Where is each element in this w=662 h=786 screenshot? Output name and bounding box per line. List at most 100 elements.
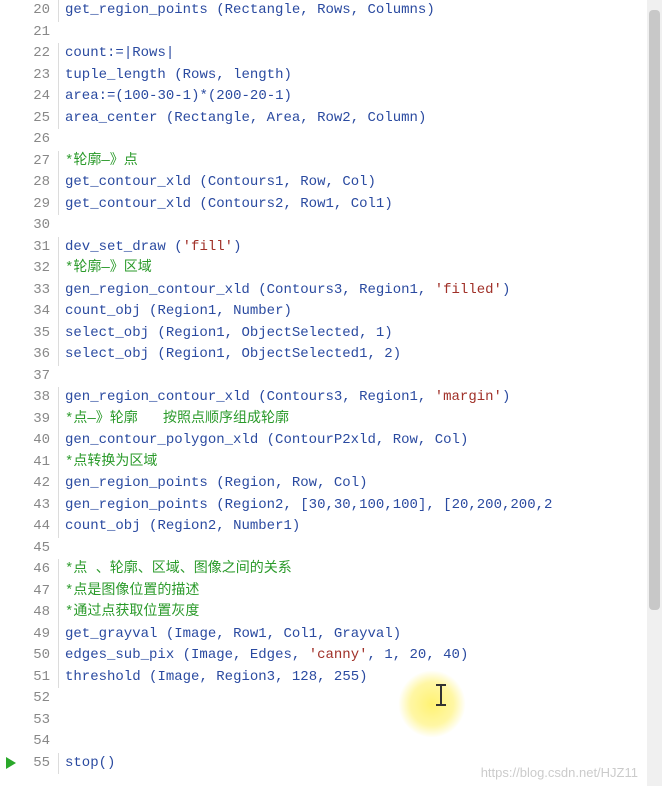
code-line[interactable]: 52	[0, 688, 662, 710]
code-content[interactable]: gen_region_contour_xld (Contours3, Regio…	[58, 280, 662, 302]
code-line[interactable]: 20get_region_points (Rectangle, Rows, Co…	[0, 0, 662, 22]
code-content[interactable]: select_obj (Region1, ObjectSelected, 1)	[58, 323, 662, 345]
line-number[interactable]: 54	[0, 731, 58, 753]
code-line[interactable]: 23tuple_length (Rows, length)	[0, 65, 662, 87]
line-number[interactable]: 51	[0, 667, 58, 689]
code-content[interactable]: *通过点获取位置灰度	[58, 602, 662, 624]
vertical-scrollbar[interactable]	[647, 0, 662, 786]
line-number[interactable]: 29	[0, 194, 58, 216]
code-line[interactable]: 22count:=|Rows|	[0, 43, 662, 65]
line-number[interactable]: 22	[0, 43, 58, 65]
line-number[interactable]: 31	[0, 237, 58, 259]
line-number[interactable]: 41	[0, 452, 58, 474]
code-line[interactable]: 30	[0, 215, 662, 237]
line-number[interactable]: 53	[0, 710, 58, 732]
code-content[interactable]: dev_set_draw ('fill')	[58, 237, 662, 259]
code-content[interactable]: area:=(100-30-1)*(200-20-1)	[58, 86, 662, 108]
code-content[interactable]: threshold (Image, Region3, 128, 255)	[58, 667, 662, 689]
code-line[interactable]: 27*轮廓—》点	[0, 151, 662, 173]
line-number[interactable]: 44	[0, 516, 58, 538]
code-line[interactable]: 35select_obj (Region1, ObjectSelected, 1…	[0, 323, 662, 345]
code-content[interactable]: count_obj (Region2, Number1)	[58, 516, 662, 538]
line-number[interactable]: 52	[0, 688, 58, 710]
line-number[interactable]: 45	[0, 538, 58, 560]
code-line[interactable]: 38gen_region_contour_xld (Contours3, Reg…	[0, 387, 662, 409]
code-editor[interactable]: 20get_region_points (Rectangle, Rows, Co…	[0, 0, 662, 786]
line-number[interactable]: 23	[0, 65, 58, 87]
code-content[interactable]: gen_region_points (Region, Row, Col)	[58, 473, 662, 495]
code-content[interactable]: *点转换为区域	[58, 452, 662, 474]
line-number[interactable]: 33	[0, 280, 58, 302]
code-content[interactable]: get_grayval (Image, Row1, Col1, Grayval)	[58, 624, 662, 646]
code-line[interactable]: 41*点转换为区域	[0, 452, 662, 474]
code-line[interactable]: 21	[0, 22, 662, 44]
code-line[interactable]: 44count_obj (Region2, Number1)	[0, 516, 662, 538]
code-line[interactable]: 40gen_contour_polygon_xld (ContourP2xld,…	[0, 430, 662, 452]
code-line[interactable]: 39*点—》轮廓 按照点顺序组成轮廓	[0, 409, 662, 431]
code-content[interactable]: gen_contour_polygon_xld (ContourP2xld, R…	[58, 430, 662, 452]
code-content[interactable]: get_region_points (Rectangle, Rows, Colu…	[58, 0, 662, 22]
code-line[interactable]: 31dev_set_draw ('fill')	[0, 237, 662, 259]
line-number[interactable]: 32	[0, 258, 58, 280]
line-number[interactable]: 42	[0, 473, 58, 495]
code-line[interactable]: 49get_grayval (Image, Row1, Col1, Grayva…	[0, 624, 662, 646]
code-content[interactable]: count:=|Rows|	[58, 43, 662, 65]
line-number[interactable]: 28	[0, 172, 58, 194]
code-content[interactable]: *点是图像位置的描述	[58, 581, 662, 603]
line-number[interactable]: 47	[0, 581, 58, 603]
code-content[interactable]: stop()	[58, 753, 662, 775]
code-line[interactable]: 50edges_sub_pix (Image, Edges, 'canny', …	[0, 645, 662, 667]
run-arrow-icon[interactable]	[6, 757, 16, 769]
code-line[interactable]: 46*点 、轮廓、区域、图像之间的关系	[0, 559, 662, 581]
line-number[interactable]: 36	[0, 344, 58, 366]
line-number[interactable]: 21	[0, 22, 58, 44]
line-number[interactable]: 46	[0, 559, 58, 581]
line-number[interactable]: 39	[0, 409, 58, 431]
code-content[interactable]: gen_region_points (Region2, [30,30,100,1…	[58, 495, 662, 517]
code-line[interactable]: 53	[0, 710, 662, 732]
line-number[interactable]: 24	[0, 86, 58, 108]
code-line[interactable]: 24area:=(100-30-1)*(200-20-1)	[0, 86, 662, 108]
code-line[interactable]: 25area_center (Rectangle, Area, Row2, Co…	[0, 108, 662, 130]
code-line[interactable]: 55stop()	[0, 753, 662, 775]
line-number[interactable]: 40	[0, 430, 58, 452]
code-line[interactable]: 33gen_region_contour_xld (Contours3, Reg…	[0, 280, 662, 302]
line-number[interactable]: 35	[0, 323, 58, 345]
code-content[interactable]: *轮廓—》点	[58, 151, 662, 173]
code-content[interactable]: get_contour_xld (Contours2, Row1, Col1)	[58, 194, 662, 216]
line-number[interactable]: 20	[0, 0, 58, 22]
line-number[interactable]: 48	[0, 602, 58, 624]
line-number[interactable]: 26	[0, 129, 58, 151]
code-content[interactable]: count_obj (Region1, Number)	[58, 301, 662, 323]
line-number[interactable]: 37	[0, 366, 58, 388]
code-line[interactable]: 48*通过点获取位置灰度	[0, 602, 662, 624]
code-line[interactable]: 34count_obj (Region1, Number)	[0, 301, 662, 323]
line-number[interactable]: 43	[0, 495, 58, 517]
line-number[interactable]: 50	[0, 645, 58, 667]
code-line[interactable]: 28get_contour_xld (Contours1, Row, Col)	[0, 172, 662, 194]
code-line[interactable]: 42gen_region_points (Region, Row, Col)	[0, 473, 662, 495]
code-line[interactable]: 36select_obj (Region1, ObjectSelected1, …	[0, 344, 662, 366]
code-content[interactable]: *轮廓—》区域	[58, 258, 662, 280]
code-content[interactable]: *点 、轮廓、区域、图像之间的关系	[58, 559, 662, 581]
code-line[interactable]: 32*轮廓—》区域	[0, 258, 662, 280]
code-content[interactable]: edges_sub_pix (Image, Edges, 'canny', 1,…	[58, 645, 662, 667]
code-line[interactable]: 43gen_region_points (Region2, [30,30,100…	[0, 495, 662, 517]
code-line[interactable]: 26	[0, 129, 662, 151]
code-content[interactable]: tuple_length (Rows, length)	[58, 65, 662, 87]
line-number[interactable]: 30	[0, 215, 58, 237]
code-content[interactable]: select_obj (Region1, ObjectSelected1, 2)	[58, 344, 662, 366]
line-number[interactable]: 25	[0, 108, 58, 130]
code-line[interactable]: 29get_contour_xld (Contours2, Row1, Col1…	[0, 194, 662, 216]
code-content[interactable]: *点—》轮廓 按照点顺序组成轮廓	[58, 409, 662, 431]
line-number[interactable]: 49	[0, 624, 58, 646]
line-number[interactable]: 27	[0, 151, 58, 173]
code-line[interactable]: 51threshold (Image, Region3, 128, 255)	[0, 667, 662, 689]
line-number[interactable]: 38	[0, 387, 58, 409]
code-content[interactable]: gen_region_contour_xld (Contours3, Regio…	[58, 387, 662, 409]
code-line[interactable]: 45	[0, 538, 662, 560]
code-content[interactable]: get_contour_xld (Contours1, Row, Col)	[58, 172, 662, 194]
line-number[interactable]: 55	[0, 753, 58, 775]
scrollbar-thumb[interactable]	[649, 10, 660, 610]
code-content[interactable]: area_center (Rectangle, Area, Row2, Colu…	[58, 108, 662, 130]
